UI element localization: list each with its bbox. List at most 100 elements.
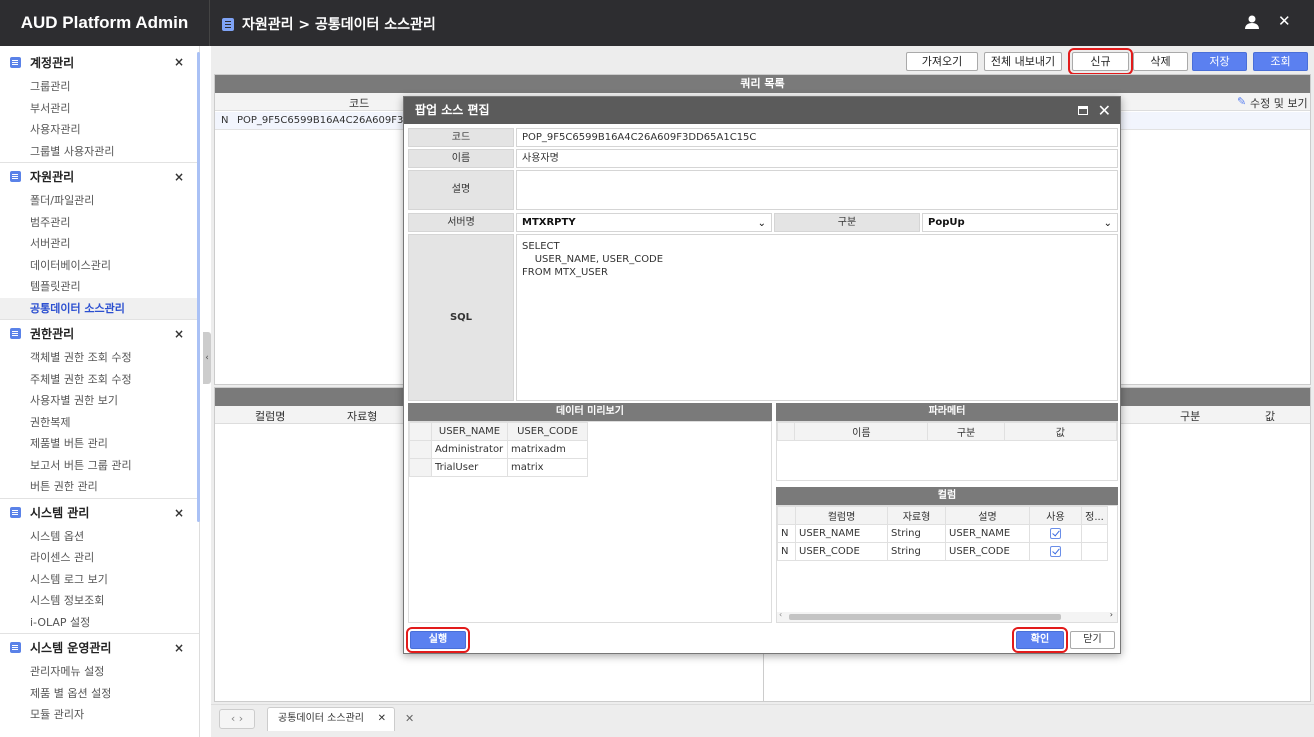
sidebar-group[interactable]: 권한관리 × [0,319,199,347]
code-field[interactable]: POP_9F5C6599B16A4C26A609F3DD65A1C15C [516,128,1118,147]
close-icon[interactable]: ✕ [1278,12,1291,30]
columns-table: 컬럼명 자료형 설명 사용 정... N USER_NAME String USER_NAME N… [777,506,1108,561]
sidebar-item[interactable]: 서버관리 [0,233,199,255]
sidebar-item[interactable]: 제품 별 옵션 설정 [0,683,199,705]
use-checkbox[interactable] [1050,545,1061,557]
sidebar-item[interactable]: 보고서 버튼 그룹 관리 [0,455,199,477]
kind-label: 구분 [774,213,920,232]
sidebar-item[interactable]: 폴더/파일관리 [0,190,199,212]
close-all-tabs-icon[interactable]: ✕ [405,712,414,725]
sidebar-group[interactable]: 계정관리 × [0,48,199,76]
sidebar-group[interactable]: 시스템 운영관리 × [0,633,199,661]
collapse-icon[interactable]: × [174,506,184,520]
column-header[interactable]: 컬럼명 [795,506,888,525]
chevron-down-icon: ⌄ [757,218,766,229]
param-header[interactable]: 값 [1003,422,1118,441]
sidebar-item[interactable]: 모듈 관리자 [0,704,199,726]
collapse-icon[interactable]: × [174,641,184,655]
scroll-thumb[interactable] [789,614,1061,620]
sidebar-group-label: 권한관리 [30,327,75,341]
sidebar-item[interactable]: 부서관리 [0,98,199,120]
sidebar-item[interactable]: 사용자관리 [0,119,199,141]
close-button[interactable]: 닫기 [1070,631,1115,649]
tab-nav-arrows[interactable]: ‹ › [219,709,255,729]
sidebar-item[interactable]: 템플릿관리 [0,276,199,298]
sidebar-item[interactable]: 그룹관리 [0,76,199,98]
preview-table: USER_NAME USER_CODE Administrator matrixadm… [409,422,588,477]
sidebar-collapse-handle[interactable]: ‹ [203,332,211,384]
table-row[interactable]: N USER_NAME String USER_NAME [777,524,1108,543]
sql-editor[interactable]: SELECT USER_NAME, USER_CODE FROM MTX_USER [516,234,1118,401]
param-header[interactable]: 구분 [927,422,1005,441]
preview-header[interactable]: USER_NAME [431,422,508,441]
name-field[interactable]: 사용자명 [516,149,1118,168]
params-grid: 이름 구분 값 [776,421,1118,481]
sidebar-item[interactable]: 버튼 권한 관리 [0,476,199,498]
sidebar-item[interactable]: 데이터베이스관리 [0,255,199,277]
run-button[interactable]: 실행 [406,627,470,653]
preview-header[interactable]: USER_CODE [507,422,588,441]
col-code[interactable]: 코드 [349,95,369,111]
sidebar-item[interactable]: 시스템 로그 보기 [0,569,199,591]
close-icon[interactable]: ✕ [1098,97,1111,124]
export-all-button[interactable]: 전체 내보내기 [984,52,1062,71]
sidebar-item[interactable]: 사용자별 권한 보기 [0,390,199,412]
edit-icon: ✎ [1237,95,1247,108]
sidebar-item[interactable]: i-OLAP 설정 [0,612,199,634]
row-flag: N [777,524,796,543]
sidebar-item[interactable]: 권한복제 [0,412,199,434]
column-header[interactable]: 설명 [945,506,1030,525]
desc-label: 설명 [408,170,514,210]
sidebar-item[interactable]: 시스템 옵션 [0,526,199,548]
sidebar-item[interactable]: 범주관리 [0,212,199,234]
params-table: 이름 구분 값 [776,422,1118,441]
column-header[interactable]: 자료형 [887,506,946,525]
server-select[interactable]: MTXRPTY ⌄ [516,213,772,232]
desc-field[interactable] [516,170,1118,210]
collapse-icon[interactable]: × [174,170,184,184]
ok-button[interactable]: 확인 [1012,627,1068,653]
table-row[interactable]: N USER_CODE String USER_CODE [777,542,1108,561]
save-button[interactable]: 저장 [1192,52,1247,71]
column-header[interactable]: 정... [1081,506,1108,525]
import-button[interactable]: 가져오기 [906,52,978,71]
sidebar-scrollbar[interactable] [197,52,200,522]
use-checkbox[interactable] [1050,527,1061,539]
sidebar-item[interactable]: 라이센스 관리 [0,547,199,569]
delete-button[interactable]: 삭제 [1133,52,1188,71]
kind-select[interactable]: PopUp ⌄ [922,213,1118,232]
sidebar-item[interactable]: 시스템 정보조회 [0,590,199,612]
code-label: 코드 [408,128,514,147]
menu-icon [10,56,21,68]
app-title: AUD Platform Admin [0,0,210,46]
scroll-left-icon[interactable]: ‹ [779,610,782,619]
sidebar-item[interactable]: 그룹별 사용자관리 [0,141,199,163]
sidebar-item[interactable]: 제품별 버튼 관리 [0,433,199,455]
col-modify[interactable]: 수정 및 보기 [1250,95,1308,111]
table-row[interactable]: TrialUser matrix [409,458,588,477]
sidebar-item[interactable]: 공통데이터 소스관리 [0,297,199,319]
sidebar-item[interactable]: 객체별 권한 조회 수정 [0,347,199,369]
user-icon[interactable] [1244,14,1260,30]
param-header[interactable]: 이름 [794,422,929,441]
collapse-icon[interactable]: × [174,55,184,69]
sidebar-group[interactable]: 자원관리 × [0,162,199,190]
collapse-icon[interactable]: × [174,327,184,341]
sidebar-item[interactable]: 관리자메뉴 설정 [0,661,199,683]
column-header[interactable]: 사용 [1029,506,1082,525]
tab-current[interactable]: 공통데이터 소스관리 ✕ [267,707,395,731]
new-button[interactable]: 신규 [1068,48,1133,75]
sidebar-item[interactable]: 주체별 권한 조회 수정 [0,369,199,391]
sidebar-group[interactable]: 시스템 관리 × [0,497,199,526]
col-type: 자료형 [347,410,378,423]
table-row[interactable]: Administrator matrixadm [409,440,588,459]
horizontal-scrollbar[interactable]: ‹ › [777,610,1117,622]
col-kind: 구분 [1180,410,1201,423]
search-button[interactable]: 조회 [1253,52,1308,71]
preview-grid: USER_NAME USER_CODE Administrator matrixadm… [408,421,772,623]
scroll-right-icon[interactable]: › [1110,610,1113,619]
tab-close-icon[interactable]: ✕ [378,708,386,730]
column-desc: USER_NAME [945,524,1030,543]
maximize-icon[interactable] [1078,106,1088,115]
row-marker [409,458,432,477]
